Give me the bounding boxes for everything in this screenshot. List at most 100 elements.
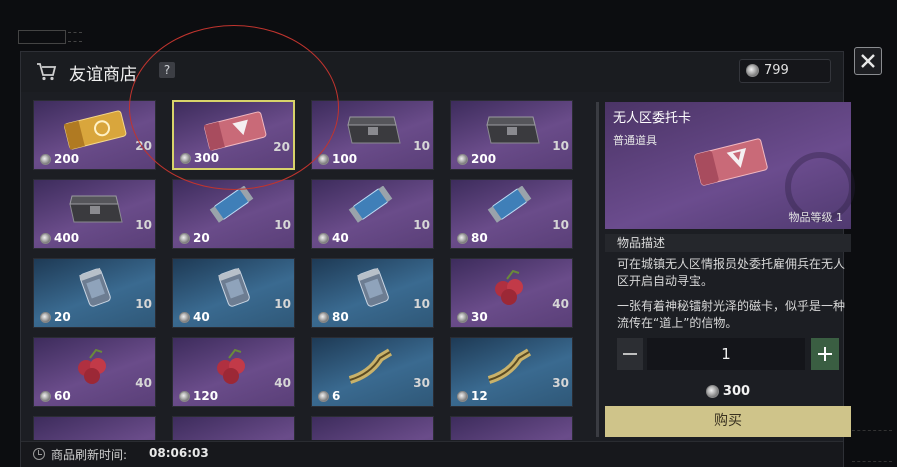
item-quantity: 10 (413, 297, 430, 311)
buy-button[interactable]: 购买 (605, 406, 851, 437)
shopping-cart-icon (37, 63, 57, 81)
currency-display: 799 (739, 59, 831, 83)
ticket-icon (694, 138, 768, 186)
coin-icon (318, 312, 329, 323)
item-quantity: 10 (413, 139, 430, 153)
coin-icon (318, 233, 329, 244)
coin-icon (179, 233, 190, 244)
coin-icon (40, 154, 51, 165)
item-price-value: 40 (193, 310, 210, 324)
item-price: 120 (179, 389, 218, 403)
shop-item[interactable]: 10 200 (450, 100, 573, 170)
item-quantity: 10 (552, 218, 569, 232)
shop-item-partial[interactable] (172, 416, 295, 440)
shop-item[interactable]: 40 120 (172, 337, 295, 407)
description-flavor: 一张有着神秘镭射光泽的磁卡，似乎是一种流传在“道上”的信物。 (617, 299, 846, 330)
item-price-value: 80 (471, 231, 488, 245)
jar-icon (218, 267, 250, 307)
shop-item[interactable]: 10 400 (33, 179, 156, 249)
item-quantity: 10 (274, 218, 291, 232)
coin-icon (457, 233, 468, 244)
grid-scrollbar[interactable] (596, 102, 599, 437)
item-quantity: 30 (552, 376, 569, 390)
item-price: 40 (179, 310, 210, 324)
detail-header: 无人区委托卡 普通道具 物品等级 1 (605, 102, 855, 229)
item-quantity: 40 (274, 376, 291, 390)
pipe-icon (487, 348, 532, 384)
coin-icon (40, 312, 51, 323)
decrease-button[interactable] (617, 338, 643, 370)
canister-icon (209, 186, 254, 223)
crate-icon (486, 116, 540, 144)
item-price-value: 20 (54, 310, 71, 324)
shop-item[interactable]: 10 40 (172, 258, 295, 328)
refresh-time: 08:06:03 (149, 446, 209, 460)
coin-icon (705, 385, 719, 398)
item-price-value: 100 (332, 152, 358, 166)
description-usage: 可在城镇无人区情报员处委托雇佣兵在无人区开启自动寻宝。 (617, 257, 846, 288)
item-price-value: 400 (54, 231, 80, 245)
shop-item[interactable]: 10 80 (311, 258, 434, 328)
pipe-icon (348, 348, 393, 384)
coin-icon (457, 391, 468, 402)
item-price-value: 200 (54, 152, 80, 166)
item-price: 40 (318, 231, 349, 245)
berries-icon (78, 348, 106, 384)
coin-icon (40, 391, 51, 402)
quantity-stepper: 1 (617, 338, 839, 370)
shop-item[interactable]: 10 40 (311, 179, 434, 249)
item-quantity: 10 (413, 218, 430, 232)
crate-icon (69, 195, 123, 223)
top-left-decoration (18, 30, 66, 44)
coin-icon (746, 64, 759, 77)
close-icon (861, 54, 875, 68)
close-button[interactable] (854, 47, 882, 75)
quantity-field[interactable]: 1 (647, 338, 805, 370)
item-price: 30 (457, 310, 488, 324)
detail-item-level: 物品等级 1 (788, 211, 844, 224)
coin-icon (179, 391, 190, 402)
item-quantity: 10 (135, 218, 152, 232)
coin-icon (179, 312, 190, 323)
berries-icon (217, 348, 245, 384)
annotation-circle (129, 25, 339, 190)
jar-icon (357, 267, 389, 307)
item-price: 60 (40, 389, 71, 403)
item-price: 6 (318, 389, 340, 403)
canister-icon (487, 186, 532, 223)
increase-button[interactable] (811, 338, 839, 370)
item-price: 12 (457, 389, 488, 403)
shop-item-partial[interactable] (33, 416, 156, 440)
jar-icon (79, 267, 111, 307)
coin-icon (318, 154, 329, 165)
shop-item[interactable]: 10 20 (33, 258, 156, 328)
item-price-value: 40 (332, 231, 349, 245)
shop-item-partial[interactable] (450, 416, 573, 440)
shop-item-partial[interactable] (311, 416, 434, 440)
shop-item[interactable]: 30 6 (311, 337, 434, 407)
item-price-value: 30 (471, 310, 488, 324)
top-left-decoration-dashes (68, 32, 82, 42)
item-price: 200 (457, 152, 496, 166)
shop-item[interactable]: 30 12 (450, 337, 573, 407)
item-price: 200 (40, 152, 79, 166)
refresh-footer: 商品刷新时间: 08:06:03 (21, 441, 843, 467)
shop-item[interactable]: 10 80 (450, 179, 573, 249)
item-price-value: 120 (193, 389, 219, 403)
item-price-value: 200 (471, 152, 497, 166)
coin-icon (40, 233, 51, 244)
shop-title: 友谊商店 (69, 65, 137, 85)
item-price: 100 (318, 152, 357, 166)
item-price: 20 (179, 231, 210, 245)
total-price: 300 (605, 384, 851, 399)
item-price: 400 (40, 231, 79, 245)
shop-item[interactable]: 40 30 (450, 258, 573, 328)
canister-icon (348, 186, 393, 223)
bottom-right-decoration (852, 430, 892, 462)
item-price-value: 20 (193, 231, 210, 245)
ticket-gold-icon (63, 110, 127, 150)
shop-item[interactable]: 40 60 (33, 337, 156, 407)
detail-item-type: 普通道具 (613, 134, 657, 147)
coin-icon (457, 154, 468, 165)
item-price-value: 60 (54, 389, 71, 403)
